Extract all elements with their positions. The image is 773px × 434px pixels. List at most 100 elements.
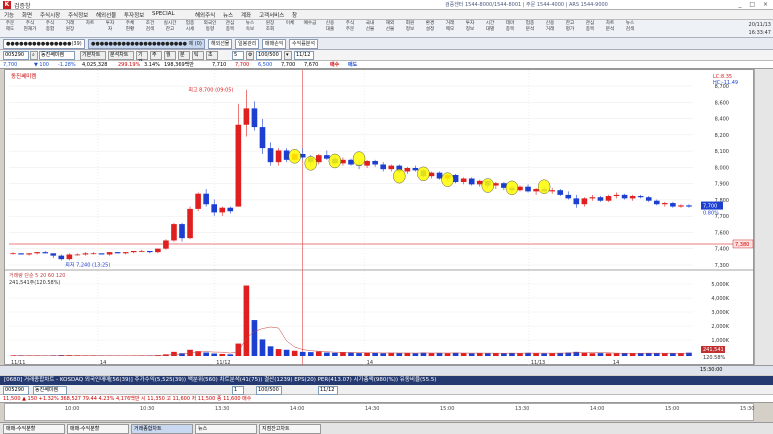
count-input[interactable]: 100/500 [256,51,282,60]
menu-item-8[interactable]: 뉴스 [223,11,233,19]
price-axis-label: 8,000 [715,165,729,171]
tab-4[interactable]: 매매손익 [262,39,287,49]
menu-item-2[interactable]: 주식시장 [40,11,60,19]
chart-svg[interactable]: 8,7008,6008,4008,2008,1008,0007,9007,800… [5,70,755,366]
date-input[interactable]: 11/12 [294,51,314,60]
volume-bar [621,353,628,356]
toolbar-button-21[interactable]: 환경 설정 [423,21,437,37]
toolbar-button-13[interactable]: 원장 조회 [263,21,277,37]
timeframe-input[interactable]: 5 [232,51,244,60]
panel2-code-input[interactable]: 005290 [3,386,29,395]
candle-body [82,253,89,255]
taskbar-item-4[interactable]: 지점잔고차트 [259,424,321,434]
volume-bar [533,353,539,356]
toolbar-button-8[interactable]: 실시간 잔고 [163,21,177,37]
settings-icon[interactable]: ⚙ [246,51,254,60]
toolbar-button-29[interactable]: 관심 종목 [583,21,597,37]
candle-body [235,124,242,207]
period-button-6[interactable]: 틱 [192,51,204,60]
menu-item-0[interactable]: 기능 [4,11,14,19]
stock-code-input[interactable]: 005290 [3,51,29,60]
toolbar-button-25[interactable]: 테마 종목 [503,21,517,37]
volume-bar [307,352,314,356]
menu-item-5[interactable]: 투자정보 [124,11,144,19]
toolbar-button-19[interactable]: 해외 선물 [383,21,397,37]
toolbar-button-15[interactable]: 예수금 [303,21,317,37]
volume-bar [589,353,596,356]
toolbar-button-17[interactable]: 주식 주문 [343,21,357,37]
tab-3[interactable]: 일봉관리 [235,39,260,49]
toolbar-button-3[interactable]: 거래 원장 [63,21,77,37]
buy-button[interactable]: 매수 [330,61,339,69]
panel2-quote: 11,500 ▲ 150 +1.32% 368,527 79.44 4.23% … [3,396,252,402]
right-scrollbar[interactable] [754,69,773,365]
taskbar-item-2[interactable]: 거래종합차트 [131,424,193,434]
toolbar-button-7[interactable]: 조건 검색 [143,21,157,37]
taskbar-item-3[interactable]: 뉴스 [195,424,257,434]
period-button-3[interactable]: 주 [150,51,162,60]
candle-body [565,194,572,199]
toolbar-button-6[interactable]: 주체 현황 [123,21,137,37]
panel2-chart[interactable]: 10:00 10:30 13:30 14:00 14:30 15:00 13:30 14:00… [4,403,754,421]
candlestick-chart[interactable]: 8,700 8,600 8,400 8,200 8,100 8,000 7,900 7,800… [4,69,755,366]
tab-5[interactable]: 수익률분석 [289,39,319,49]
volume-ma-line [13,326,689,356]
toolbar-button-10[interactable]: 외국인 동향 [203,21,217,37]
period-button-2[interactable]: 기간 [136,51,148,65]
panel2-timeframe-input[interactable]: 1 [232,386,244,395]
toolbar-button-20[interactable]: 회원 정보 [403,21,417,37]
menu-item-11[interactable]: 창 [292,11,297,19]
menu-item-7[interactable]: 해외주식 [195,11,215,19]
volume-bar [460,353,467,356]
toolbar-button-2[interactable]: 주식 종합 [43,21,57,37]
menu-item-9[interactable]: 계좌 [241,11,251,19]
toolbar-button-11[interactable]: 관심 종목 [223,21,237,37]
period-button-7[interactable]: 초 [206,51,218,60]
toolbar-button-5[interactable]: 투자 자 [103,21,117,37]
taskbar-item-1[interactable]: 매매-수익분할 [67,424,129,434]
toolbar-button-26[interactable]: 업종 분석 [523,21,537,37]
toolbar-button-4[interactable]: 차트 [83,21,97,37]
panel2-count-input[interactable]: 100/500 [256,386,282,395]
signal-marker [481,178,494,193]
toolbar-button-16[interactable]: 신용 대출 [323,21,337,37]
toolbar-button-9[interactable]: 업종 시세 [183,21,197,37]
toolbar-button-22[interactable]: 거래 메모 [443,21,457,37]
period-button-0[interactable]: 기본차트 [80,51,106,60]
volume-bar [444,353,451,356]
tab-2[interactable]: 해외선물 [208,39,233,49]
sell-button[interactable]: 매도 [348,61,357,69]
menu-item-6[interactable]: SPECIAL [152,11,175,17]
period-button-5[interactable]: 분 [178,51,190,60]
menu-item-1[interactable]: 화면 [22,11,32,19]
toolbar-button-27[interactable]: 신용 거래 [543,21,557,37]
window-controls[interactable]: _ □ × [738,1,771,8]
tab-1[interactable]: ●●●●●●●●●●●●●●●●●●●●●● 제 (0) [88,39,205,49]
toolbar-button-18[interactable]: 국내 선물 [363,21,377,37]
toolbar-button-12[interactable]: 뉴스 속보 [243,21,257,37]
taskbar-item-0[interactable]: 매매-수익분할 [3,424,65,434]
volume-bar [380,353,387,356]
toolbar-button-30[interactable]: 차트 분석 [603,21,617,37]
toolbar-button-0[interactable]: 주문 제도 [3,21,17,37]
menu-item-3[interactable]: 주식정보 [68,11,88,19]
toolbar-button-31[interactable]: 뉴스 검색 [623,21,637,37]
volume-bar [517,353,523,356]
toolbar-button-24[interactable]: 시간 대별 [483,21,497,37]
tab-0[interactable]: ●●●●●●●●●●●●●●●(39) [3,39,85,49]
toolbar-button-14[interactable]: 이체 [283,21,297,37]
volume-axis-label: 5,000K [711,282,729,288]
menu-item-10[interactable]: 고객서비스 [259,11,284,19]
chevron-down-icon[interactable]: ▾ [284,51,292,60]
candle-body [138,250,145,252]
period-button-1[interactable]: 분석차트 [108,51,134,60]
toolbar-button-1[interactable]: 주식 현재가 [23,21,37,37]
search-icon[interactable]: ⌕ [30,51,38,60]
period-button-4[interactable]: 월 [164,51,176,60]
panel2-time-label: 15:00 [440,406,455,412]
panel2-date-input[interactable]: 11/12 [318,386,338,395]
toolbar-button-23[interactable]: 투자 정보 [463,21,477,37]
menu-item-4[interactable]: 해외선물 [96,11,116,19]
amount-value: 198,369백만 [164,62,194,68]
toolbar-button-28[interactable]: 잔고 평가 [563,21,577,37]
